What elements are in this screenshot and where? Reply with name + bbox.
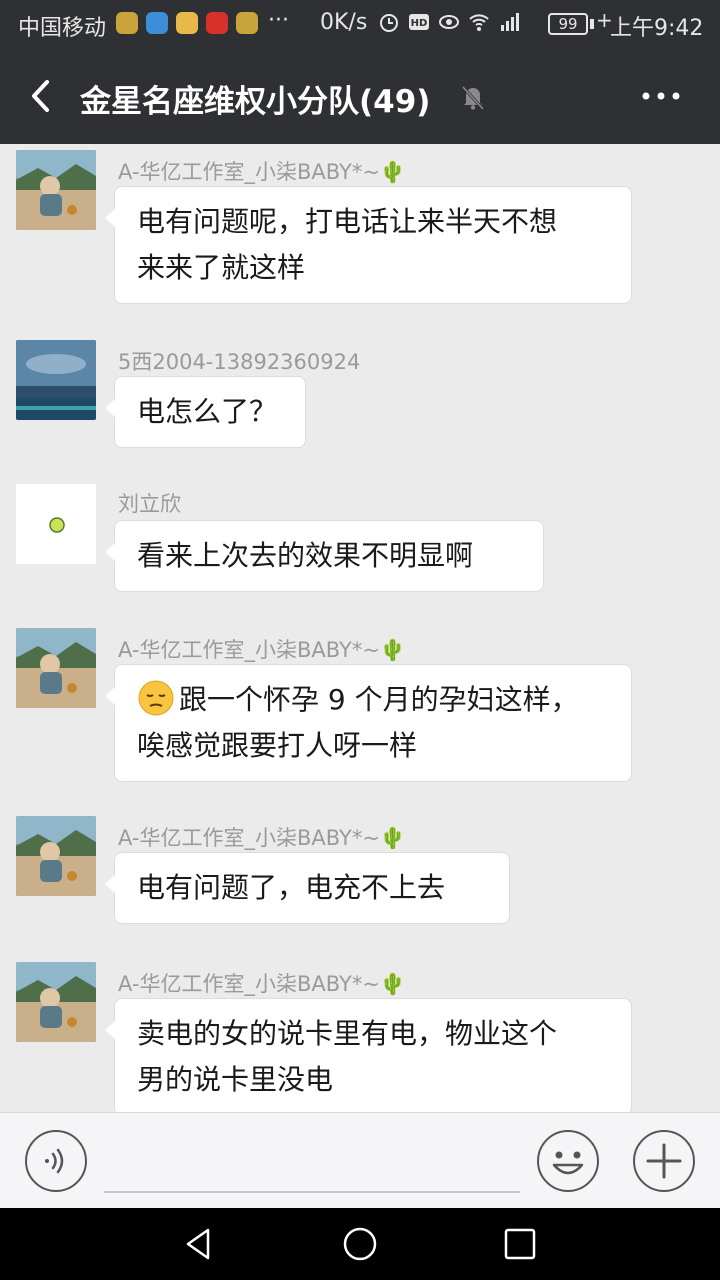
signal-icon [501, 13, 519, 31]
message-list[interactable]: A-华亿工作室_小柒BABY*~🌵 电有问题呢，打电话让来半天不想 来来了就这样… [0, 144, 720, 1112]
svg-text:HD: HD [411, 18, 428, 29]
system-icons: HD [378, 11, 520, 33]
app-icon-1 [116, 12, 138, 34]
voice-button[interactable] [24, 1129, 88, 1193]
back-button[interactable] [20, 74, 64, 118]
message-line-with-emoji: 跟一个怀孕 9 个月的孕妇这样， [137, 677, 609, 723]
message-line: 电有问题了，电充不上去 [137, 871, 446, 904]
emoji-button[interactable] [536, 1129, 600, 1193]
sender-name: A-华亿工作室_小柒BABY*~🌵 [118, 160, 407, 184]
voice-icon [45, 1148, 64, 1174]
net-speed: 0K/s [320, 10, 368, 35]
message-bubble[interactable]: 卖电的女的说卡里有电，物业这个 男的说卡里没电 [105, 998, 632, 1112]
nav-back-icon[interactable] [180, 1224, 220, 1264]
message-line: 来来了就这样 [137, 251, 306, 284]
app-icon-2 [146, 12, 168, 34]
nav-recent-icon[interactable] [500, 1224, 540, 1264]
sender-name: 5西2004-13892360924 [118, 350, 361, 374]
sender-name: A-华亿工作室_小柒BABY*~🌵 [118, 638, 407, 662]
weibo-icon [176, 12, 198, 34]
sender-name: A-华亿工作室_小柒BABY*~🌵 [118, 972, 407, 996]
message-bubble[interactable]: 跟一个怀孕 9 个月的孕妇这样， 唉感觉跟要打人呀一样 [105, 664, 632, 782]
bell-muted-icon [461, 85, 485, 111]
message-line: 跟一个怀孕 9 个月的孕妇这样， [179, 683, 579, 716]
message-line: 电怎么了？ [137, 395, 278, 428]
input-bar [0, 1112, 720, 1208]
message-bubble[interactable]: 电怎么了？ [105, 376, 306, 448]
more-button[interactable] [636, 78, 686, 114]
message-bubble[interactable]: 电有问题了，电充不上去 [105, 852, 510, 924]
app-icon-4 [206, 12, 228, 34]
avatar[interactable] [16, 962, 96, 1042]
wifi-icon [469, 14, 489, 31]
sender-name: A-华亿工作室_小柒BABY*~🌵 [118, 826, 407, 850]
pensive-face-emoji [138, 680, 174, 716]
carrier-name: 中国移动 [18, 16, 107, 41]
nav-home-icon[interactable] [340, 1224, 380, 1264]
emoji-icon [552, 1151, 584, 1175]
avatar[interactable] [16, 340, 96, 420]
chat-header: 金星名座维权小分队(49) [0, 48, 720, 144]
tiktok-icon [236, 12, 258, 34]
more-notifications: ··· [268, 8, 289, 33]
system-nav-bar [0, 1208, 720, 1280]
message-bubble[interactable]: 电有问题呢，打电话让来半天不想 来来了就这样 [105, 186, 632, 304]
message-line: 男的说卡里没电 [137, 1063, 334, 1096]
avatar[interactable] [16, 484, 96, 564]
chat-title: 金星名座维权小分队(49) [80, 84, 431, 120]
plus-icon [646, 1143, 682, 1179]
alarm-icon [380, 14, 398, 32]
message-line: 卖电的女的说卡里有电，物业这个 [137, 1017, 558, 1050]
message-line: 电有问题呢，打电话让来半天不想 [137, 205, 558, 238]
status-bar: 中国移动 ··· 0K/s HD 99 + 上午9:42 [0, 0, 720, 48]
message-line: 看来上次去的效果不明显啊 [137, 539, 474, 572]
avatar[interactable] [16, 816, 96, 896]
sender-name: 刘立欣 [118, 492, 181, 516]
message-input[interactable] [104, 1131, 520, 1193]
chevron-left-icon [32, 80, 49, 112]
battery-level: 99 [548, 13, 588, 35]
plus-button[interactable] [632, 1129, 696, 1193]
hd-icon: HD [409, 14, 429, 30]
notification-icons [116, 12, 258, 34]
avatar[interactable] [16, 628, 96, 708]
avatar[interactable] [16, 150, 96, 230]
eye-icon [439, 15, 459, 29]
message-line: 唉感觉跟要打人呀一样 [137, 729, 418, 762]
clock: 上午9:42 [610, 16, 704, 41]
message-bubble[interactable]: 看来上次去的效果不明显啊 [105, 520, 544, 592]
battery-cap [590, 19, 594, 29]
